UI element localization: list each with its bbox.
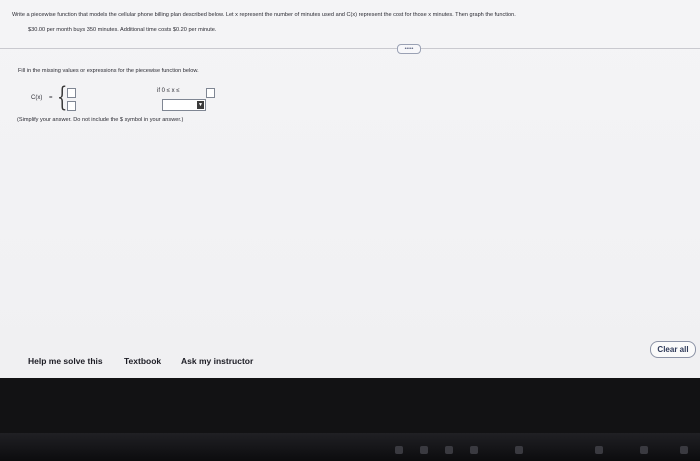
expand-button[interactable]: ••••• — [397, 44, 421, 54]
dropdown-caret-icon[interactable]: ▼ — [197, 101, 204, 109]
dock-app-icon[interactable] — [680, 446, 688, 454]
dock-app-icon[interactable] — [445, 446, 453, 454]
dock-app-icon[interactable] — [395, 446, 403, 454]
textbook-button[interactable]: Textbook — [124, 356, 161, 366]
dock-app-icon[interactable] — [470, 446, 478, 454]
piecewise-brace: { — [57, 82, 68, 113]
piece2-expression-input[interactable] — [67, 101, 76, 111]
instruction-text: Fill in the missing values or expression… — [18, 68, 199, 74]
divider — [0, 48, 700, 49]
simplify-note: (Simplify your answer. Do not include th… — [17, 117, 184, 123]
piece1-upper-bound-input[interactable] — [206, 88, 215, 98]
clear-all-button[interactable]: Clear all — [650, 341, 696, 358]
ask-instructor-button[interactable]: Ask my instructor — [181, 356, 253, 366]
piece2-condition-select[interactable]: ▼ — [162, 99, 206, 111]
dock-app-icon[interactable] — [515, 446, 523, 454]
piece1-condition: if 0 ≤ x ≤ — [157, 88, 180, 94]
equals-sign: = — [49, 95, 53, 101]
function-label: C(x) — [31, 95, 43, 101]
dock-app-icon[interactable] — [640, 446, 648, 454]
piece1-expression-input[interactable] — [67, 88, 76, 98]
question-panel: Write a piecewise function that models t… — [0, 0, 700, 378]
dock-app-icon[interactable] — [420, 446, 428, 454]
dock-app-icon[interactable] — [595, 446, 603, 454]
question-details: $30.00 per month buys 350 minutes. Addit… — [28, 27, 217, 33]
help-me-solve-button[interactable]: Help me solve this — [28, 356, 103, 366]
question-text: Write a piecewise function that models t… — [12, 12, 516, 18]
